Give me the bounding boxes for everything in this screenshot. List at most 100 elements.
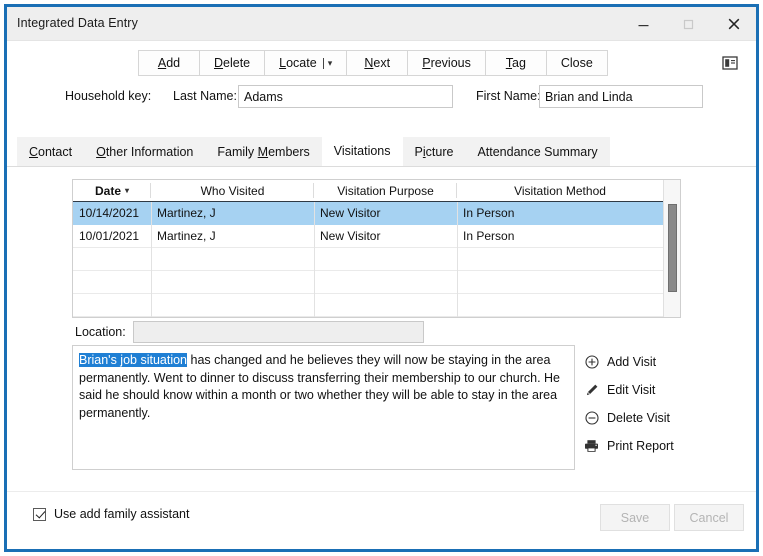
chevron-down-icon: ▾ bbox=[125, 186, 130, 195]
cell-visitation-purpose bbox=[314, 294, 457, 316]
chevron-down-icon[interactable]: ▾ bbox=[328, 58, 333, 68]
cell-visitation-method bbox=[457, 294, 663, 316]
last-name-label: Last Name: bbox=[173, 89, 237, 103]
print-report-action[interactable]: Print Report bbox=[583, 432, 753, 460]
table-row[interactable] bbox=[73, 294, 680, 317]
cell-visitation-purpose bbox=[314, 248, 457, 270]
column-header-date[interactable]: Date ▾ bbox=[73, 180, 151, 201]
panel-layout-toggle-button[interactable] bbox=[722, 55, 738, 71]
close-button[interactable] bbox=[711, 7, 756, 41]
column-divider bbox=[457, 202, 458, 317]
maximize-icon bbox=[683, 19, 694, 29]
toolbar-button-group: Add Delete Locate ▾ Next Previous Tag Clo… bbox=[138, 50, 608, 76]
window-title: Integrated Data Entry bbox=[17, 16, 138, 30]
minimize-button[interactable] bbox=[621, 7, 666, 41]
column-divider bbox=[151, 202, 152, 317]
column-divider bbox=[314, 202, 315, 317]
cell-date bbox=[73, 294, 151, 316]
delete-button[interactable]: Delete bbox=[199, 50, 266, 76]
plus-circle-icon bbox=[583, 354, 600, 371]
maximize-button[interactable] bbox=[666, 7, 711, 41]
title-bar: Integrated Data Entry bbox=[7, 7, 756, 41]
table-row[interactable]: 10/14/2021 Martinez, J New Visitor In Pe… bbox=[73, 202, 680, 225]
cell-who-visited: Martinez, J bbox=[157, 206, 216, 220]
visit-actions-panel: Add Visit Edit Visit Delete Visit Print … bbox=[583, 348, 753, 460]
locate-split-button[interactable]: Locate ▾ bbox=[264, 50, 348, 76]
cell-visitation-method bbox=[457, 271, 663, 293]
tag-button[interactable]: Tag bbox=[484, 50, 547, 76]
column-header-visitation-purpose[interactable]: Visitation Purpose bbox=[314, 180, 457, 201]
printer-icon bbox=[583, 438, 600, 455]
application-window: Integrated Data Entry Add Delete Locate ▾… bbox=[4, 4, 759, 552]
cell-visitation-method: In Person bbox=[463, 206, 515, 220]
previous-button[interactable]: Previous bbox=[407, 50, 486, 76]
footer-bar: Use add family assistant Save Cancel bbox=[7, 491, 756, 549]
cell-date bbox=[73, 271, 151, 293]
cell-visitation-purpose: New Visitor bbox=[320, 229, 381, 243]
first-name-label: First Name: bbox=[476, 89, 541, 103]
first-name-input[interactable] bbox=[539, 85, 703, 108]
delete-visit-action[interactable]: Delete Visit bbox=[583, 404, 753, 432]
split-separator bbox=[322, 57, 324, 69]
edit-visit-label: Edit Visit bbox=[607, 383, 656, 397]
tab-family-members[interactable]: Family Members bbox=[205, 137, 322, 166]
use-add-family-assistant-checkbox[interactable]: Use add family assistant bbox=[33, 507, 189, 521]
close-icon bbox=[728, 18, 739, 30]
table-row[interactable] bbox=[73, 248, 680, 271]
grid-vertical-scrollbar[interactable] bbox=[663, 180, 680, 317]
add-button[interactable]: Add bbox=[138, 50, 200, 76]
add-visit-action[interactable]: Add Visit bbox=[583, 348, 753, 376]
cell-date: 10/14/2021 bbox=[79, 206, 140, 220]
pencil-icon bbox=[583, 382, 600, 399]
tab-visitations[interactable]: Visitations bbox=[321, 135, 403, 166]
cell-who-visited bbox=[151, 294, 314, 316]
cell-who-visited: Martinez, J bbox=[157, 229, 216, 243]
scrollbar-thumb[interactable] bbox=[668, 204, 677, 292]
close-record-button[interactable]: Close bbox=[545, 50, 608, 76]
checkbox-check-icon[interactable] bbox=[33, 507, 46, 521]
minus-circle-icon bbox=[583, 410, 600, 427]
panel-layout-icon bbox=[722, 56, 738, 70]
cancel-button[interactable]: Cancel bbox=[674, 504, 744, 531]
tab-strip-divider bbox=[7, 166, 756, 167]
print-report-label: Print Report bbox=[607, 439, 674, 453]
last-name-input[interactable] bbox=[238, 85, 453, 108]
cell-visitation-method: In Person bbox=[463, 229, 515, 243]
tab-picture[interactable]: Picture bbox=[402, 137, 466, 166]
cell-visitation-method bbox=[457, 248, 663, 270]
cell-who-visited bbox=[151, 248, 314, 270]
column-header-visitation-method[interactable]: Visitation Method bbox=[457, 180, 663, 201]
cell-visitation-purpose bbox=[314, 271, 457, 293]
location-input[interactable] bbox=[133, 321, 424, 343]
minimize-icon bbox=[638, 24, 649, 26]
cell-date: 10/01/2021 bbox=[79, 229, 140, 243]
cell-who-visited bbox=[151, 271, 314, 293]
column-header-visitation-method-label: Visitation Method bbox=[514, 183, 606, 198]
notes-selected-text: Brian's job situation bbox=[79, 353, 188, 367]
next-button[interactable]: Next bbox=[346, 50, 409, 76]
checkbox-label: Use add family assistant bbox=[54, 507, 190, 521]
grid-header-row: Date ▾ Who Visited Visitation Purpose Vi… bbox=[73, 180, 680, 202]
household-key-row: Household key: Last Name: First Name: bbox=[7, 83, 756, 115]
edit-visit-action[interactable]: Edit Visit bbox=[583, 376, 753, 404]
location-label: Location: bbox=[75, 325, 126, 339]
household-key-label: Household key: bbox=[65, 89, 152, 103]
column-header-who-visited-label: Who Visited bbox=[200, 183, 265, 198]
tab-strip: Contact Other Information Family Members… bbox=[7, 135, 756, 167]
cell-visitation-purpose: New Visitor bbox=[320, 206, 381, 220]
delete-visit-label: Delete Visit bbox=[607, 411, 670, 425]
save-button[interactable]: Save bbox=[600, 504, 670, 531]
column-header-visitation-purpose-label: Visitation Purpose bbox=[337, 183, 434, 198]
column-header-who-visited[interactable]: Who Visited bbox=[151, 180, 314, 201]
tab-attendance-summary[interactable]: Attendance Summary bbox=[465, 137, 610, 166]
visit-notes-textarea[interactable]: Brian's job situation has changed and he… bbox=[72, 345, 575, 470]
table-row[interactable] bbox=[73, 271, 680, 294]
column-header-date-label: Date bbox=[94, 183, 121, 198]
toolbar: Add Delete Locate ▾ Next Previous Tag Clo… bbox=[7, 41, 756, 83]
visitations-grid: Date ▾ Who Visited Visitation Purpose Vi… bbox=[72, 179, 681, 318]
add-visit-label: Add Visit bbox=[607, 355, 657, 369]
tab-other-information[interactable]: Other Information bbox=[84, 137, 206, 166]
table-row[interactable]: 10/01/2021 Martinez, J New Visitor In Pe… bbox=[73, 225, 680, 248]
cell-date bbox=[73, 248, 151, 270]
tab-contact[interactable]: Contact bbox=[17, 137, 85, 166]
